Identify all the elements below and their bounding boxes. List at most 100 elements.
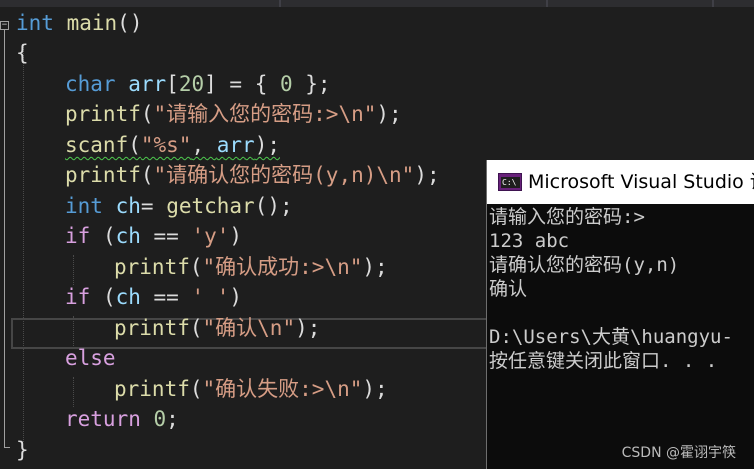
code-token: scanf [65,133,129,157]
code-token: ( [189,316,203,340]
debug-console-window[interactable]: C:\ Microsoft Visual Studio 调试控制台 请输入您的密… [486,160,754,469]
collapse-icon[interactable]: − [0,21,9,30]
code-token: }; [292,72,331,96]
code-token: ( [128,133,141,157]
code-line[interactable]: return 0; [65,404,179,434]
code-token: () [117,11,143,35]
code-token: printf [114,316,190,340]
code-token: ( [90,285,116,309]
console-title: Microsoft Visual Studio 调试控制台 [528,171,754,193]
code-line[interactable]: scanf("%s", arr); [65,130,280,160]
code-token: ); [414,163,440,187]
code-token: ch [115,285,141,309]
code-token: "确认成功:>\n" [202,255,363,279]
code-line[interactable]: printf("请输入您的密码:>\n"); [65,99,402,129]
console-app-icon: C:\ [498,173,522,191]
console-title-bar[interactable]: C:\ Microsoft Visual Studio 调试控制台 [487,160,754,204]
code-token: ( [189,255,203,279]
code-token: ] = { [204,72,280,96]
code-token: ); [376,102,402,126]
code-token: == [140,285,192,309]
console-output[interactable]: 请输入您的密码:> 123 abc 请确认您的密码(y,n) 确认 D:\Use… [489,205,754,373]
code-token: "确认失败:>\n" [202,377,363,401]
code-token: { [16,41,29,65]
console-line: D:\Users\大黄\huangyu- [489,326,733,348]
code-line[interactable]: printf("确认成功:>\n"); [114,252,388,282]
code-token: char [65,72,116,96]
code-token: [ [166,72,179,96]
code-token: ( [140,102,154,126]
code-token: "确认\n" [202,316,296,340]
code-token: int [16,11,54,35]
code-token: ch [115,194,141,218]
fold-guide [4,30,5,448]
code-token: ); [362,255,388,279]
code-token: 0 [279,72,293,96]
code-line[interactable]: printf("确认失败:>\n"); [114,374,388,404]
code-token: ); [362,377,388,401]
code-token: if [65,285,91,309]
indent-guide [73,377,74,407]
code-token: ( [90,224,116,248]
code-line[interactable]: { [16,38,29,68]
code-line[interactable]: if (ch == ' ') [65,282,242,312]
code-token: } [16,438,29,462]
console-line: 按任意键关闭此窗口. . . [489,350,718,372]
code-line[interactable]: printf("请确认您的密码(y,n)\n"); [65,160,440,190]
code-token: arr [216,133,255,157]
code-token: ch [115,224,141,248]
code-token: ) [229,285,243,309]
code-token: else [65,346,116,370]
code-line[interactable]: int main() [16,8,142,38]
code-token: ); [295,316,321,340]
code-token: return [65,407,141,431]
code-token: , [191,133,217,157]
console-line: 请输入您的密码:> [489,206,645,228]
code-line[interactable]: char arr[20] = { 0 }; [65,69,331,99]
console-line: 确认 [489,278,528,300]
code-token: printf [65,163,141,187]
code-token: main [66,11,118,35]
indent-guide [23,44,24,442]
code-token: ; [166,407,179,431]
code-token: getchar [166,194,255,218]
tab-separator [712,0,714,7]
code-token: 0 [153,407,167,431]
code-token: int [65,194,103,218]
code-token: 'y' [191,224,230,248]
code-token: ( [189,377,203,401]
watermark: CSDN @霍诩宇筷 [621,445,736,461]
tab-separator [279,0,281,7]
fold-guide-end [4,447,10,448]
console-icon-label: C:\ [501,177,520,188]
code-line[interactable]: } [16,435,29,465]
code-line[interactable]: else [65,343,116,373]
code-line[interactable]: if (ch == 'y') [65,221,242,251]
code-token: = [140,194,167,218]
code-token: 20 [178,72,205,96]
code-line[interactable]: printf("确认\n"); [114,313,320,343]
code-token: ); [254,133,280,157]
code-token: if [65,224,91,248]
code-token: "请确认您的密码(y,n)\n" [153,163,415,187]
code-token: printf [114,377,190,401]
code-token: (); [254,194,293,218]
code-token: arr [128,72,167,96]
code-token: "%s" [140,133,192,157]
code-token: == [140,224,192,248]
code-token: ' ' [191,285,230,309]
tab-strip [0,0,754,7]
code-token: printf [114,255,190,279]
console-line: 请确认您的密码(y,n) [489,254,680,276]
console-line: 123 abc [489,230,570,252]
indent-guide [73,255,74,285]
code-token: ( [140,163,154,187]
code-token: ) [229,224,243,248]
code-line[interactable]: int ch= getchar(); [65,191,293,221]
tab-separator [546,0,548,7]
